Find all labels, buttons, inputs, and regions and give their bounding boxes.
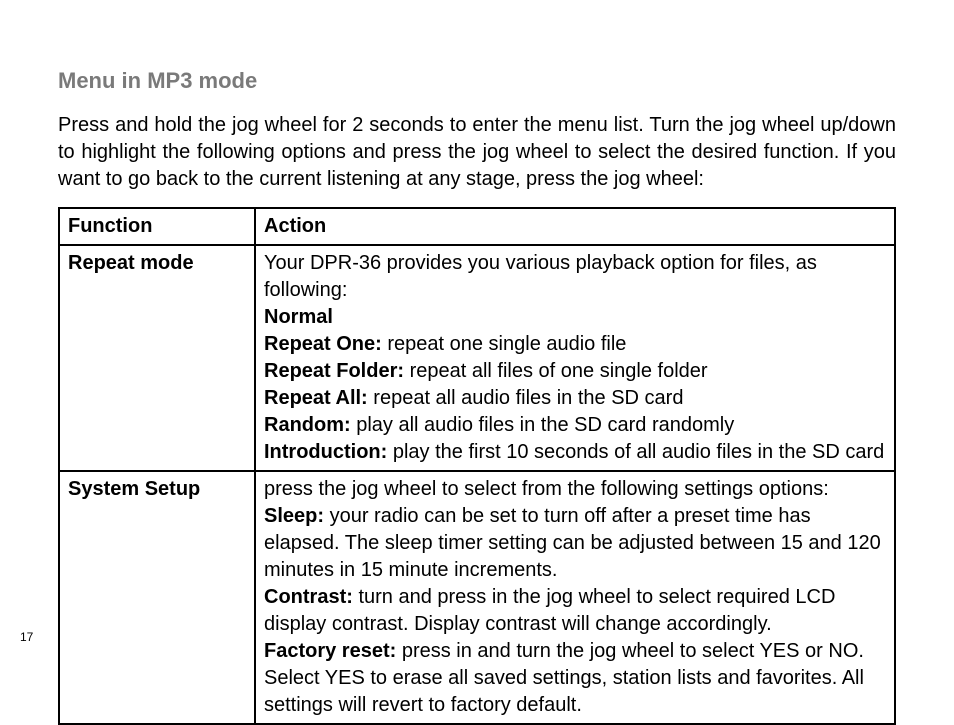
row-action-intro: press the jog wheel to select from the f…: [264, 476, 886, 503]
row-action-intro: Your DPR-36 provides you various playbac…: [264, 250, 886, 304]
option-label: Random:: [264, 414, 351, 436]
option-line: Repeat All: repeat all audio files in th…: [264, 385, 886, 412]
header-action: Action: [255, 208, 895, 245]
table-row: Repeat mode Your DPR-36 provides you var…: [59, 245, 895, 471]
intro-paragraph: Press and hold the jog wheel for 2 secon…: [58, 112, 896, 193]
option-desc: repeat all files of one single folder: [404, 360, 708, 382]
option-desc: your radio can be set to turn off after …: [264, 505, 881, 581]
option-line: Sleep: your radio can be set to turn off…: [264, 503, 886, 584]
option-label: Contrast:: [264, 586, 353, 608]
option-label: Repeat All:: [264, 387, 368, 409]
row-action-cell: press the jog wheel to select from the f…: [255, 471, 895, 724]
option-line: Factory reset: press in and turn the jog…: [264, 638, 886, 719]
section-heading: Menu in MP3 mode: [58, 68, 896, 94]
table-row: System Setup press the jog wheel to sele…: [59, 471, 895, 724]
option-line: Introduction: play the first 10 seconds …: [264, 439, 886, 466]
option-line: Contrast: turn and press in the jog whee…: [264, 584, 886, 638]
page-number: 17: [20, 630, 33, 644]
option-line: Normal: [264, 304, 886, 331]
row-function-label: System Setup: [59, 471, 255, 724]
option-label: Introduction:: [264, 441, 387, 463]
option-label: Repeat Folder:: [264, 360, 404, 382]
row-action-cell: Your DPR-36 provides you various playbac…: [255, 245, 895, 471]
option-label: Normal: [264, 306, 333, 328]
option-line: Random: play all audio files in the SD c…: [264, 412, 886, 439]
option-desc: play all audio files in the SD card rand…: [351, 414, 735, 436]
option-label: Sleep:: [264, 505, 324, 527]
function-table: Function Action Repeat mode Your DPR-36 …: [58, 207, 896, 725]
option-label: Factory reset:: [264, 640, 396, 662]
option-desc: play the first 10 seconds of all audio f…: [387, 441, 884, 463]
table-header-row: Function Action: [59, 208, 895, 245]
option-desc: repeat one single audio file: [382, 333, 627, 355]
option-label: Repeat One:: [264, 333, 382, 355]
option-line: Repeat One: repeat one single audio file: [264, 331, 886, 358]
row-function-label: Repeat mode: [59, 245, 255, 471]
document-page: Menu in MP3 mode Press and hold the jog …: [0, 0, 954, 668]
option-line: Repeat Folder: repeat all files of one s…: [264, 358, 886, 385]
header-function: Function: [59, 208, 255, 245]
option-desc: repeat all audio files in the SD card: [368, 387, 684, 409]
